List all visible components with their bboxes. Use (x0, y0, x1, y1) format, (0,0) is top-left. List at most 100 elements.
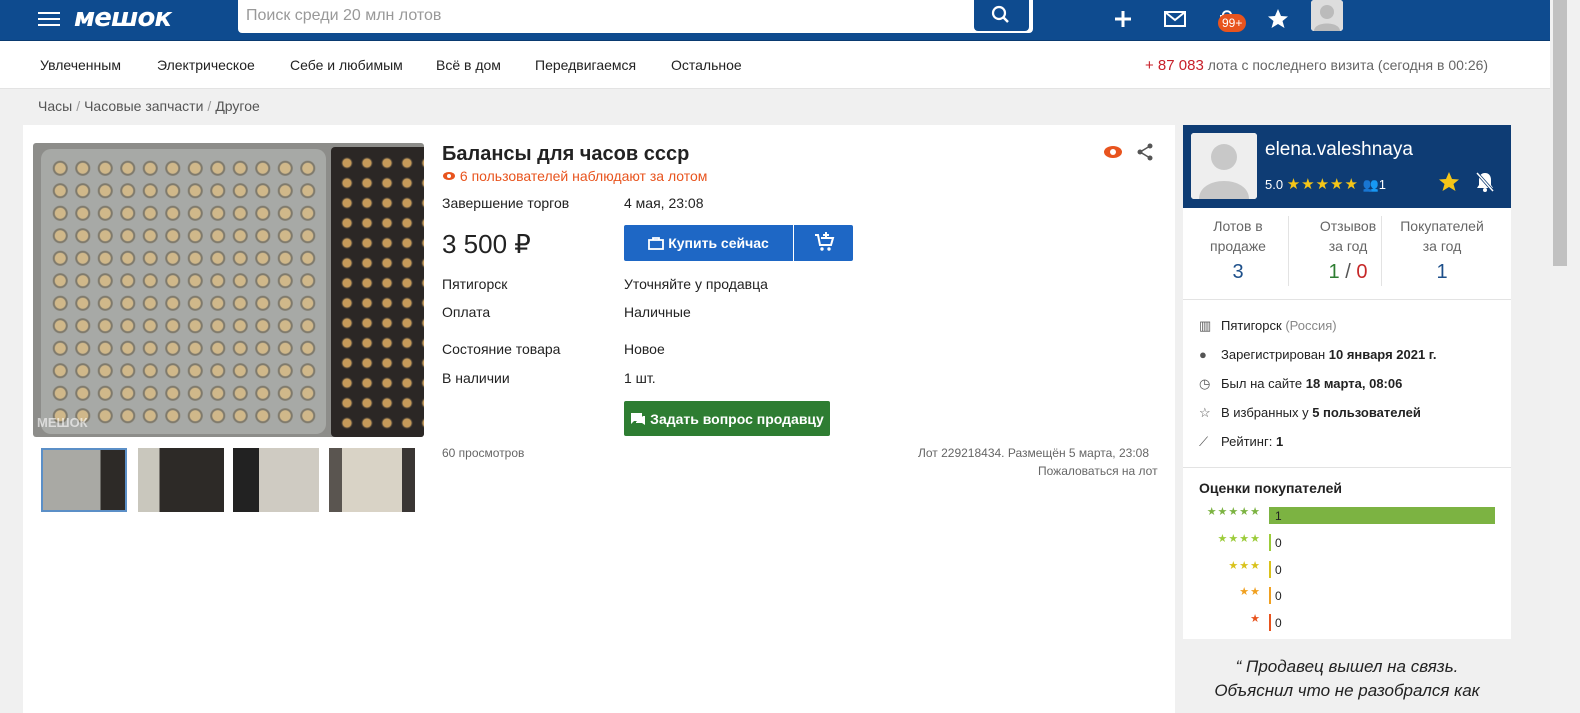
seller-header: elena.valeshnaya 5.0 ★★★★★ 👥1 (1183, 125, 1511, 208)
stat-value: 1 / 0 (1298, 262, 1398, 282)
scrollbar[interactable] (1550, 0, 1580, 713)
stat-value: 3 (1232, 261, 1244, 283)
buy-now-label: Купить сейчас (668, 235, 769, 251)
rating-bar: 0 (1269, 561, 1282, 578)
user-icon (1191, 133, 1257, 199)
stat-label: Лотов в (1213, 218, 1263, 234)
thumbnail[interactable] (329, 448, 415, 512)
category-link[interactable]: Электрическое (157, 57, 255, 73)
stat-label: за год (1328, 238, 1368, 254)
breadcrumb-item[interactable]: Другое (215, 98, 259, 114)
share-icon[interactable] (1136, 143, 1154, 161)
report-link[interactable]: Пожаловаться на лот (1038, 464, 1158, 478)
add-to-cart-button[interactable] (794, 225, 853, 261)
search-input[interactable] (238, 0, 958, 31)
visits-info: + 87 083 лота с последнего визита (сегод… (1145, 57, 1488, 74)
category-link[interactable]: Передвигаемся (535, 57, 636, 73)
condition-value: Новое (624, 341, 665, 357)
seller-registered: ● Зарегистрирован 10 января 2021 г. (1199, 347, 1437, 362)
bell-off-icon[interactable] (1475, 171, 1495, 193)
lot-info: Лот 229218434. Размещён 5 марта, 23:08 (918, 446, 1149, 460)
thumbnail[interactable] (41, 448, 127, 512)
mail-icon[interactable] (1162, 6, 1188, 32)
thumbnail[interactable] (138, 448, 224, 512)
rating-stars: ★★★★ (1217, 533, 1261, 545)
lot-main-image[interactable]: МЕШОК (33, 143, 424, 437)
top-bar: мешок 99+ (0, 0, 1550, 41)
views-count: 60 просмотров (442, 446, 525, 460)
rating-bar: 0 (1269, 534, 1282, 551)
seller-avatar[interactable] (1191, 133, 1257, 199)
watchers-info: 6 пользователей наблюдают за лотом (442, 168, 707, 184)
category-link[interactable]: Остальное (671, 57, 742, 73)
end-label: Завершение торгов (442, 195, 570, 211)
breadcrumb-item[interactable]: Часовые запчасти (84, 98, 203, 114)
stat-label: Покупателей (1400, 218, 1484, 234)
ask-seller-label: Задать вопрос продавцу (650, 410, 824, 427)
visits-text: лота с последнего визита (сегодня в 00:2… (1207, 57, 1489, 73)
thumbnail[interactable] (233, 448, 319, 512)
rating-row: ★★ 0 (1183, 585, 1511, 604)
scrollbar-thumb[interactable] (1553, 0, 1567, 266)
payment-value: Наличные (624, 304, 691, 320)
add-lot-icon[interactable] (1110, 6, 1136, 32)
rating-count: 0 (1275, 563, 1282, 577)
watch-eye-icon[interactable] (1103, 145, 1123, 159)
search-button[interactable] (974, 0, 1029, 31)
tray-image (41, 149, 326, 434)
condition-label: Состояние товара (442, 341, 561, 357)
favorite-seller-star-icon[interactable] (1438, 171, 1460, 193)
category-link[interactable]: Всё в дом (436, 57, 501, 73)
seller-rating-line: ⟋ Рейтинг: 1 (1199, 434, 1284, 449)
review-quote: “ Продавец вышел на связь. Объяснил что … (1183, 639, 1511, 713)
tray-image-dark (331, 147, 424, 437)
cart-plus-icon (814, 231, 834, 251)
cart-badge: 99+ (1218, 14, 1247, 32)
quote-line: Объяснил что не разобрался как (1214, 681, 1480, 700)
search-box (238, 0, 1033, 33)
stat-lots[interactable]: Лотов в продаже 3 (1188, 216, 1288, 282)
rating-count: 0 (1275, 589, 1282, 603)
rating-bar: 1 (1269, 507, 1495, 524)
ratings-title: Оценки покупателей (1199, 480, 1343, 496)
seller-name[interactable]: elena.valeshnaya (1265, 139, 1413, 161)
quote-line: “ Продавец вышел на связь. (1235, 657, 1459, 676)
visits-count: + 87 083 (1145, 57, 1204, 74)
rating-row: ★ 0 (1183, 612, 1511, 631)
rating-stars: ★★ (1239, 586, 1261, 598)
end-value: 4 мая, 23:08 (624, 195, 704, 211)
category-bar: Увлеченным Электрическое Себе и любимым … (0, 41, 1550, 89)
rating-bar: 0 (1269, 614, 1282, 631)
user-avatar[interactable] (1311, 0, 1343, 31)
rating-row: ★★★ 0 (1183, 559, 1511, 578)
seller-favorites: ☆ В избранных у 5 пользователей (1199, 405, 1421, 420)
rating-row: ★★★★ 0 (1183, 532, 1511, 551)
star-outline-icon: ☆ (1199, 405, 1211, 420)
seller-rating: 5.0 ★★★★★ 👥1 (1265, 175, 1386, 193)
building-icon: ▥ (1199, 318, 1212, 333)
negative-reviews: 0 (1356, 261, 1368, 283)
briefcase-icon (648, 237, 665, 250)
stat-reviews[interactable]: Отзывов за год 1 / 0 (1298, 216, 1398, 282)
seller-panel: elena.valeshnaya 5.0 ★★★★★ 👥1 Лотов в пр… (1183, 125, 1511, 713)
favorites-star-icon[interactable] (1265, 6, 1291, 32)
lot-title: Балансы для часов ссср (442, 143, 690, 165)
image-watermark: МЕШОК (37, 415, 88, 430)
seller-followers: 1 (1378, 177, 1386, 192)
stat-buyers[interactable]: Покупателей за год 1 (1392, 216, 1492, 282)
menu-icon[interactable] (38, 8, 60, 30)
seller-rating-value: 5.0 (1265, 177, 1284, 192)
stat-label: за год (1422, 238, 1462, 254)
category-link[interactable]: Увлеченным (40, 57, 121, 73)
payment-label: Оплата (442, 304, 491, 320)
ask-seller-button[interactable]: Задать вопрос продавцу (624, 401, 830, 436)
eye-icon (443, 172, 455, 180)
rating-count: 1 (1275, 509, 1282, 523)
seller-stars: ★★★★★ (1286, 176, 1359, 193)
buy-now-button[interactable]: Купить сейчас (624, 225, 793, 261)
breadcrumb-item[interactable]: Часы (38, 98, 72, 114)
city-label: Пятигорск (442, 276, 508, 292)
rating-bar: 0 (1269, 587, 1282, 604)
site-logo[interactable]: мешок (74, 3, 172, 33)
category-link[interactable]: Себе и любимым (290, 57, 403, 73)
